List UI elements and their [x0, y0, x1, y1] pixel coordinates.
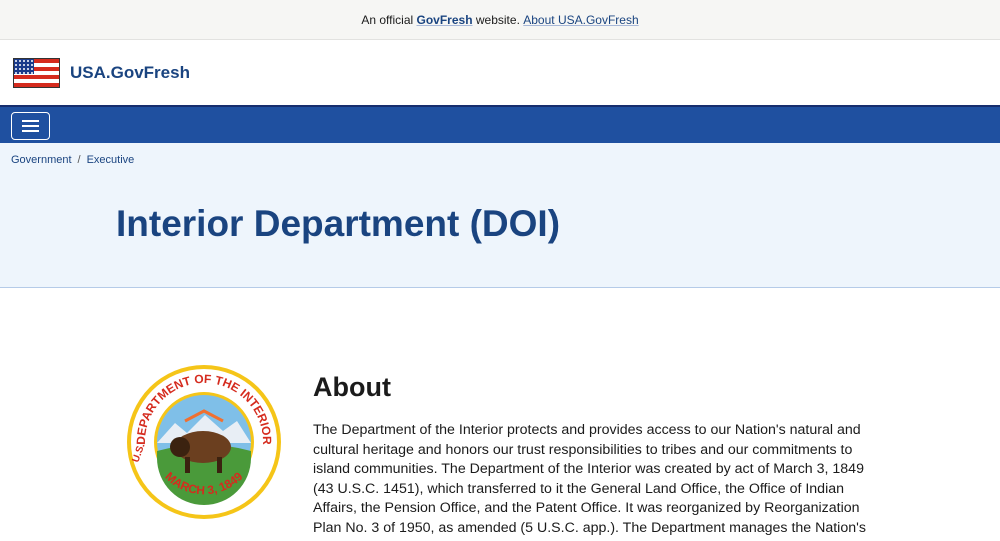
- banner-prefix: An official: [361, 12, 414, 27]
- hamburger-icon: [22, 120, 39, 122]
- site-header: USA.GovFresh: [0, 40, 1000, 105]
- about-body: The Department of the Interior protects …: [313, 422, 866, 541]
- menu-button[interactable]: [11, 112, 50, 140]
- breadcrumb: Government / Executive: [11, 154, 134, 166]
- banner-middle: website.: [475, 12, 520, 27]
- official-banner: An official GovFresh website. About USA.…: [0, 0, 1000, 40]
- govfresh-link[interactable]: GovFresh: [417, 13, 473, 27]
- about-section: About The Department of the Interior pro…: [313, 372, 883, 541]
- doi-seal-logo: DEPARTMENT OF THE INTERIOR MARCH 3, 1849…: [127, 365, 281, 519]
- breadcrumb-government[interactable]: Government: [11, 154, 72, 166]
- us-flag-icon[interactable]: [13, 57, 60, 88]
- hero: Government / Executive Interior Department…: [0, 143, 1000, 288]
- breadcrumb-executive[interactable]: Executive: [87, 154, 135, 166]
- breadcrumb-separator: /: [77, 154, 81, 166]
- nav-bar: [0, 105, 1000, 143]
- about-heading: About: [313, 372, 391, 402]
- site-name[interactable]: USA.GovFresh: [70, 63, 190, 83]
- page-title: Interior Department (DOI): [116, 203, 561, 244]
- about-link[interactable]: About USA.GovFresh: [523, 13, 638, 27]
